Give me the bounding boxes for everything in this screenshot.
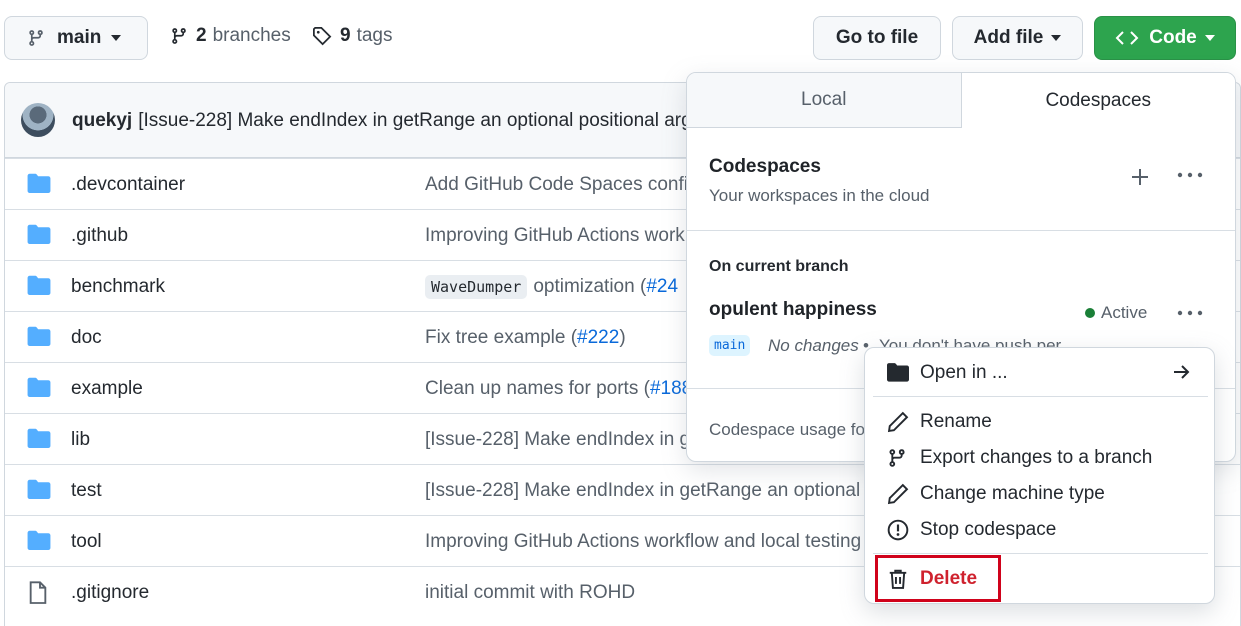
status-dot-icon xyxy=(1085,308,1095,318)
file-name[interactable]: benchmark xyxy=(71,276,165,298)
codespace-usage-text: Codespace usage for xyxy=(709,420,871,439)
branches-label: branches xyxy=(212,25,291,46)
inline-code: WaveDumper xyxy=(425,275,528,299)
folder-icon xyxy=(27,326,51,346)
tags-count: 9 xyxy=(340,25,351,46)
pr-link[interactable]: #24 xyxy=(646,276,678,297)
kebab-horizontal-icon[interactable] xyxy=(1177,171,1203,179)
branches-count: 2 xyxy=(196,25,207,46)
code-icon xyxy=(1115,31,1139,45)
tag-icon xyxy=(313,27,332,46)
commit-message[interactable]: Add GitHub Code Spaces confi xyxy=(425,174,688,196)
pr-link[interactable]: #222 xyxy=(577,327,619,348)
change-machine-type-label: Change machine type xyxy=(920,483,1105,504)
commit-message[interactable]: Improving GitHub Actions workflow and lo… xyxy=(425,531,861,553)
file-name[interactable]: .devcontainer xyxy=(71,174,185,196)
tags-link[interactable]: 9 tags xyxy=(312,25,393,47)
rename-label: Rename xyxy=(920,411,992,432)
tab-codespaces[interactable]: Codespaces xyxy=(960,73,1235,128)
rename-menu-item[interactable]: Rename xyxy=(865,405,1214,439)
commit-author[interactable]: quekyj xyxy=(72,110,132,131)
commit-message[interactable]: initial commit with ROHD xyxy=(425,582,635,604)
file-name[interactable]: example xyxy=(71,378,143,400)
status-label: Active xyxy=(1101,303,1148,322)
tags-label: tags xyxy=(356,25,393,46)
file-name[interactable]: lib xyxy=(71,429,90,451)
menu-divider xyxy=(873,396,1208,397)
commit-message[interactable]: Clean up names for ports (#188 xyxy=(425,378,692,400)
folder-icon xyxy=(27,224,51,244)
codespaces-subtitle: Your workspaces in the cloud xyxy=(709,186,930,205)
tab-local[interactable]: Local xyxy=(687,73,961,127)
dropdown-tabs: Local Codespaces xyxy=(687,73,1235,128)
open-in-label: Open in ... xyxy=(920,362,1008,383)
folder-icon xyxy=(27,530,51,550)
git-branch-icon xyxy=(29,30,43,46)
chevron-down-icon xyxy=(1051,35,1062,41)
file-name[interactable]: test xyxy=(71,480,102,502)
export-changes-label: Export changes to a branch xyxy=(920,447,1153,468)
add-file-button[interactable]: Add file xyxy=(952,16,1083,60)
arrow-right-icon xyxy=(1174,365,1190,379)
commit-message[interactable]: Fix tree example (#222) xyxy=(425,327,626,349)
chevron-down-icon xyxy=(111,35,122,41)
commit-message[interactable]: [Issue-228] Make endIndex in g xyxy=(425,429,690,451)
branch-tag: main xyxy=(709,335,751,356)
branch-name: main xyxy=(57,27,102,48)
git-branch-icon xyxy=(172,28,186,44)
export-changes-menu-item[interactable]: Export changes to a branch xyxy=(865,441,1214,475)
branch-select-button[interactable]: main xyxy=(4,16,148,60)
status-badge: Active xyxy=(1085,303,1147,323)
folder-icon xyxy=(887,363,909,382)
commit-summary: quekyj [Issue-228] Make endIndex in getRa… xyxy=(72,110,692,132)
delete-highlight-box xyxy=(875,555,1001,602)
stop-codespace-label: Stop codespace xyxy=(920,519,1057,540)
plus-icon[interactable] xyxy=(1128,165,1152,189)
stop-icon xyxy=(887,519,909,541)
folder-icon xyxy=(27,275,51,295)
chevron-down-icon xyxy=(1204,35,1215,41)
pencil-icon xyxy=(887,411,909,433)
open-in-menu-item[interactable]: Open in ... xyxy=(865,356,1214,390)
file-name[interactable]: .github xyxy=(71,225,128,247)
add-file-label: Add file xyxy=(973,27,1044,48)
change-machine-type-menu-item[interactable]: Change machine type xyxy=(865,477,1214,511)
code-button[interactable]: Code xyxy=(1094,16,1236,60)
folder-icon xyxy=(27,377,51,397)
folder-icon xyxy=(27,428,51,448)
avatar[interactable] xyxy=(21,103,55,137)
code-label: Code xyxy=(1149,27,1197,48)
file-name[interactable]: doc xyxy=(71,327,102,349)
divider xyxy=(687,230,1235,231)
codespace-name[interactable]: opulent happiness xyxy=(709,299,877,321)
pencil-icon xyxy=(887,483,909,505)
commit-message[interactable]: WaveDumper optimization (#24 xyxy=(425,275,678,299)
folder-icon xyxy=(27,479,51,499)
kebab-horizontal-icon[interactable] xyxy=(1177,309,1203,317)
go-to-file-button[interactable]: Go to file xyxy=(813,16,941,60)
branches-link[interactable]: 2 branches xyxy=(170,25,291,47)
folder-icon xyxy=(27,173,51,193)
file-name[interactable]: tool xyxy=(71,531,102,553)
file-name[interactable]: .gitignore xyxy=(71,582,149,604)
file-icon xyxy=(29,581,47,604)
no-changes-text: No changes xyxy=(768,336,859,355)
commit-message[interactable]: Improving GitHub Actions work xyxy=(425,225,685,247)
commit-message[interactable]: [Issue-228] Make endIndex in getRange an… xyxy=(138,110,692,131)
current-branch-heading: On current branch xyxy=(709,258,849,275)
commit-message[interactable]: [Issue-228] Make endIndex in getRange an… xyxy=(425,480,860,502)
git-branch-icon xyxy=(889,449,905,467)
go-to-file-label: Go to file xyxy=(835,27,919,48)
stop-codespace-menu-item[interactable]: Stop codespace xyxy=(865,513,1214,547)
menu-divider xyxy=(873,553,1208,554)
codespaces-title: Codespaces xyxy=(709,156,821,177)
